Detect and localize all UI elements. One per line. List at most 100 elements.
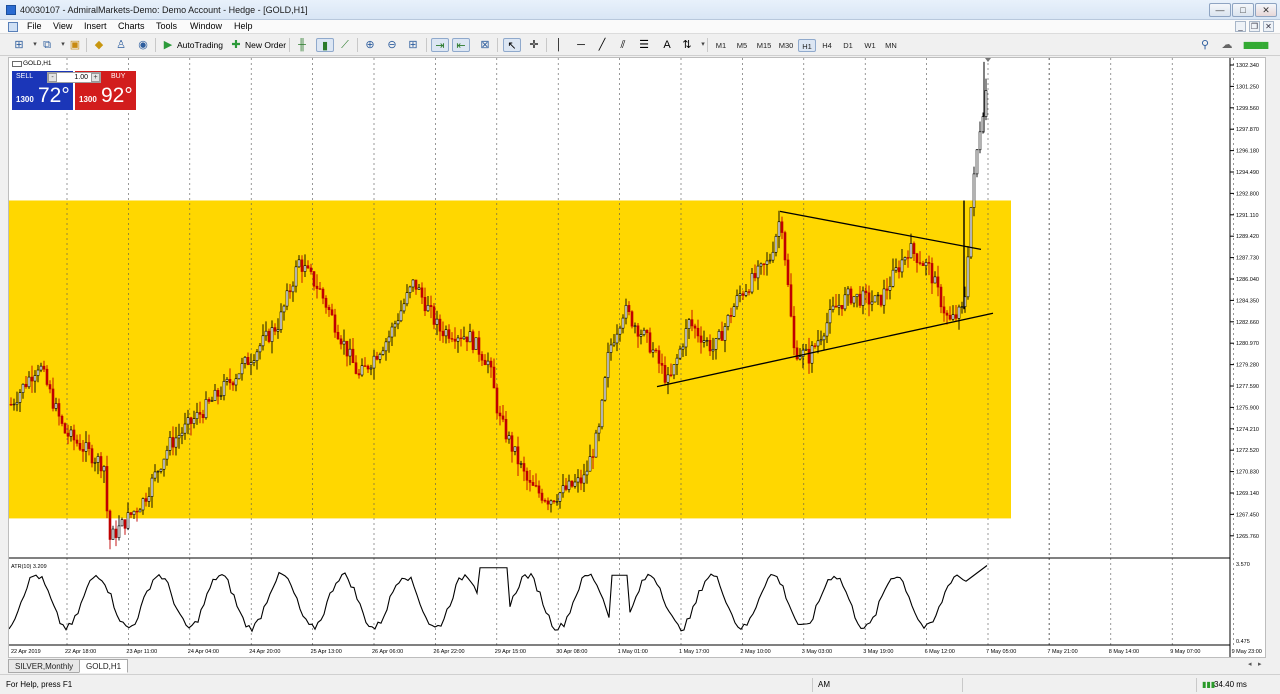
chart-window-icon[interactable] <box>8 22 18 32</box>
close-button[interactable]: ✕ <box>1255 3 1277 17</box>
candle-body <box>531 482 535 486</box>
candle-body <box>582 474 586 484</box>
candle-body <box>765 260 769 265</box>
new-order-button[interactable]: New Order <box>245 38 286 52</box>
menu-charts[interactable]: Charts <box>118 21 145 31</box>
tab-scroll-left-icon[interactable]: ◂ <box>1248 660 1252 668</box>
chart-shift-icon[interactable]: ⇤ <box>452 38 470 52</box>
timeframe-mn[interactable]: MN <box>882 39 900 52</box>
candle-body <box>210 400 214 402</box>
candle-body <box>804 348 808 351</box>
candle-body <box>807 348 811 364</box>
price-label: 1291.110 <box>1236 213 1259 219</box>
new-chart-icon[interactable]: ⊞ <box>12 38 26 52</box>
menu-help[interactable]: Help <box>234 21 253 31</box>
timeframe-m30[interactable]: M30 <box>776 39 796 52</box>
chart-tabs-bar: SILVER,Monthly GOLD,H1 ◂ ▸ <box>8 659 1266 673</box>
candle-body <box>75 439 79 444</box>
candle-body <box>276 329 280 332</box>
mdi-minimize-button[interactable]: _ <box>1235 21 1246 32</box>
zoom-out-icon[interactable]: ⊖ <box>385 38 399 52</box>
chart-canvas[interactable]: 1302.340 1301.250 1299.560 1297.870 1296.180… <box>9 58 1267 659</box>
search-icon[interactable]: ⚲ <box>1198 38 1212 52</box>
candle-body <box>243 357 247 364</box>
candle-body <box>822 335 826 341</box>
candle-body <box>897 267 901 273</box>
candle-body <box>969 207 973 258</box>
timeframe-w1[interactable]: W1 <box>861 39 879 52</box>
fibonacci-icon[interactable]: ☰ <box>637 38 651 52</box>
candle-body <box>378 354 382 360</box>
bar-chart-icon[interactable]: ╫ <box>295 38 309 52</box>
chat-icon[interactable]: ☁ <box>1220 38 1234 52</box>
cursor-icon[interactable]: ↖ <box>503 38 521 52</box>
candle-body <box>669 374 673 376</box>
time-label: 3 May 19:00 <box>863 649 893 655</box>
candle-body <box>231 382 235 386</box>
candle-body <box>717 331 721 339</box>
lots-increase-button[interactable]: + <box>91 73 100 82</box>
navigator-icon[interactable]: ◆ <box>92 38 106 52</box>
candle-body <box>225 379 229 382</box>
candle-body <box>624 305 628 319</box>
candle-body <box>708 340 712 352</box>
timeframe-d1[interactable]: D1 <box>840 39 856 52</box>
profiles-icon[interactable]: ⧉ <box>40 38 54 52</box>
candle-body <box>813 345 817 347</box>
candlestick-chart-icon[interactable]: ▮ <box>316 38 334 52</box>
candle-body <box>729 315 733 317</box>
menu-tools[interactable]: Tools <box>156 21 177 31</box>
candle-body <box>753 273 757 279</box>
candle-body <box>600 399 604 428</box>
timeframe-m1[interactable]: M1 <box>712 39 730 52</box>
trendline-icon[interactable]: ╱ <box>595 38 609 52</box>
timeframe-m5[interactable]: M5 <box>733 39 751 52</box>
maximize-button[interactable]: □ <box>1232 3 1254 17</box>
vertical-line-icon[interactable]: │ <box>552 38 566 52</box>
text-label-icon[interactable]: A <box>660 38 674 52</box>
terminal-icon[interactable]: ♙ <box>114 38 128 52</box>
candle-body <box>129 512 133 515</box>
strategy-tester-icon[interactable]: ◉ <box>136 38 150 52</box>
mdi-close-button[interactable]: ✕ <box>1263 21 1274 32</box>
price-label: 1292.800 <box>1236 191 1259 197</box>
menu-file[interactable]: File <box>27 21 42 31</box>
market-watch-icon[interactable]: ▣ <box>68 38 82 52</box>
candle-body <box>726 315 730 327</box>
arrows-icon[interactable]: ⇅ <box>680 38 694 52</box>
chart-window[interactable]: 1302.340 1301.250 1299.560 1297.870 1296.180… <box>8 57 1266 658</box>
tab-silver-monthly[interactable]: SILVER,Monthly <box>8 659 81 673</box>
candle-body <box>744 291 748 296</box>
auto-scroll-icon[interactable]: ⇥ <box>431 38 449 52</box>
candle-body <box>789 284 793 317</box>
price-label: 1275.900 <box>1236 405 1259 411</box>
mdi-restore-button[interactable]: ❐ <box>1249 21 1260 32</box>
candle-body <box>750 273 754 293</box>
minimize-button[interactable]: — <box>1209 3 1231 17</box>
lots-decrease-button[interactable]: - <box>48 73 57 82</box>
autotrading-icon[interactable]: ▶ <box>161 38 175 52</box>
zoom-in-icon[interactable]: ⊕ <box>363 38 377 52</box>
line-chart-icon[interactable]: ⟋ <box>338 38 352 52</box>
candle-body <box>900 259 904 273</box>
menu-view[interactable]: View <box>53 21 72 31</box>
candle-body <box>576 477 580 483</box>
new-order-icon[interactable]: ✚ <box>229 38 243 52</box>
timeframe-h1[interactable]: H1 <box>798 39 816 52</box>
autotrading-button[interactable]: AutoTrading <box>177 38 223 52</box>
tile-windows-icon[interactable]: ⊞ <box>406 38 420 52</box>
equidistant-channel-icon[interactable]: ⫽ <box>616 38 630 52</box>
candle-body <box>264 330 268 337</box>
candle-body <box>99 456 103 472</box>
timeframe-h4[interactable]: H4 <box>819 39 835 52</box>
crosshair-icon[interactable]: ✛ <box>527 38 541 52</box>
timeframe-m15[interactable]: M15 <box>754 39 774 52</box>
indicators-icon[interactable]: ⊠ <box>478 38 492 52</box>
menu-window[interactable]: Window <box>190 21 222 31</box>
tab-gold-h1[interactable]: GOLD,H1 <box>79 659 129 673</box>
candle-body <box>24 383 28 388</box>
candle-body <box>387 336 391 343</box>
tab-scroll-right-icon[interactable]: ▸ <box>1258 660 1262 668</box>
menu-insert[interactable]: Insert <box>84 21 107 31</box>
horizontal-line-icon[interactable]: ─ <box>574 38 588 52</box>
